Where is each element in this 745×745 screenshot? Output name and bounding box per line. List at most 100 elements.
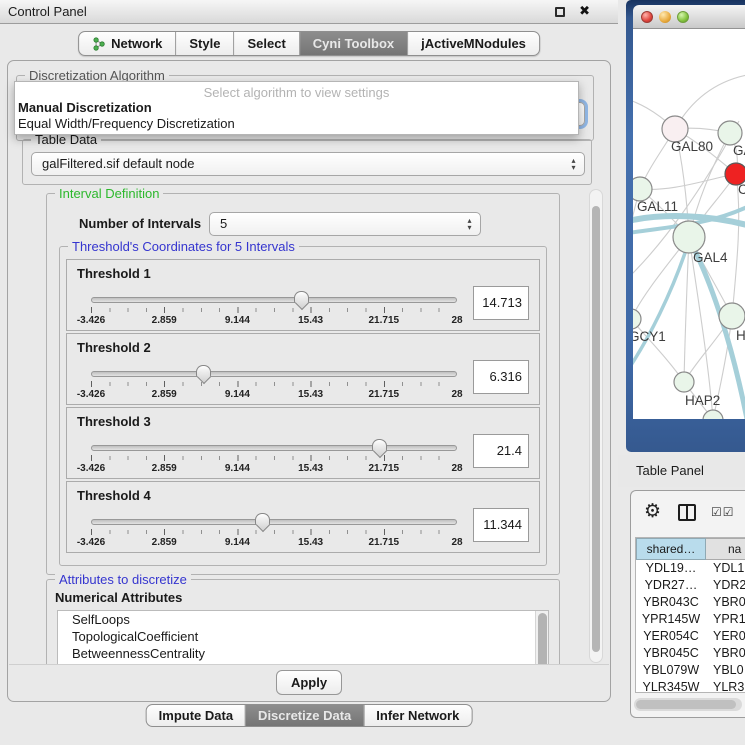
table-data-combobox[interactable]: galFiltered.sif default node ▴▾ xyxy=(31,152,585,176)
node-gal4[interactable] xyxy=(673,221,705,253)
slider-major-ticks xyxy=(91,381,457,387)
node-h[interactable] xyxy=(719,303,745,329)
tab-discretize-data-label: Discretize Data xyxy=(258,708,351,723)
node-label: H xyxy=(736,328,745,343)
panel-title: Control Panel xyxy=(8,4,87,19)
algorithm-dropdown-popup: Select algorithm to view settings Manual… xyxy=(14,81,579,135)
column-header-shared-name[interactable]: shared… xyxy=(636,538,706,560)
table-data-value: galFiltered.sif default node xyxy=(42,156,194,171)
tab-select[interactable]: Select xyxy=(234,32,299,55)
table-row[interactable]: YPR145WYPR1 xyxy=(636,611,745,628)
node-gal11[interactable] xyxy=(633,177,652,201)
tab-select-label: Select xyxy=(247,36,285,51)
threshold-3-row: Threshold 3 -3.426 2.859 9.144 15.43 xyxy=(66,407,540,479)
numerical-attributes-heading: Numerical Attributes xyxy=(55,590,182,605)
stepper-icon: ▴▾ xyxy=(462,215,477,233)
table-row[interactable]: YBR043CYBR0 xyxy=(636,594,745,611)
node-label: HAP2 xyxy=(685,393,720,408)
threshold-1-slider[interactable]: -3.426 2.859 9.144 15.43 21.715 28 xyxy=(91,292,457,330)
node-partial-bottom[interactable] xyxy=(703,410,723,419)
tab-network[interactable]: Network xyxy=(79,32,176,55)
threshold-4-row: Threshold 4 -3.426 2.859 9.144 15.43 xyxy=(66,481,540,553)
list-item[interactable]: BetweennessCentrality xyxy=(58,645,548,662)
option-manual-discretization[interactable]: Manual Discretization xyxy=(15,100,578,116)
threshold-3-value-field[interactable]: 21.4 xyxy=(473,434,529,468)
attributes-legend: Attributes to discretize xyxy=(55,572,191,587)
node-label: GAL11 xyxy=(637,199,678,214)
tab-discretize-data[interactable]: Discretize Data xyxy=(246,705,364,726)
interval-definition-legend: Interval Definition xyxy=(55,187,163,201)
close-icon[interactable]: ✖ xyxy=(579,3,590,19)
node-partial-topright[interactable] xyxy=(718,121,742,145)
slider-thumb[interactable] xyxy=(294,291,309,303)
settings-scrollbar[interactable] xyxy=(589,189,603,663)
table-horizontal-scrollbar[interactable] xyxy=(634,698,742,711)
checkbox-icons[interactable]: ☑☑ xyxy=(711,505,735,519)
list-item[interactable]: SelfLoops xyxy=(58,611,548,628)
interval-definition-group: Interval Definition Number of Intervals … xyxy=(46,193,560,575)
threshold-1-row: Threshold 1 -3.426 2.859 9.144 15.43 xyxy=(66,259,540,331)
option-equal-width-frequency[interactable]: Equal Width/Frequency Discretization xyxy=(15,116,578,132)
table-row[interactable]: YBL079WYBL0 xyxy=(636,662,745,679)
table-row[interactable]: YBR045CYBR0 xyxy=(636,645,745,662)
close-traffic-light-icon[interactable] xyxy=(641,11,653,23)
network-window-titlebar[interactable] xyxy=(633,5,745,29)
threshold-3-slider[interactable]: -3.426 2.859 9.144 15.43 21.715 28 xyxy=(91,440,457,478)
tab-style[interactable]: Style xyxy=(176,32,234,55)
node-gcy1[interactable] xyxy=(633,309,641,329)
tab-impute-data[interactable]: Impute Data xyxy=(147,705,246,726)
number-of-intervals-value: 5 xyxy=(220,216,227,231)
node-table: shared… na YDL19…YDL1 YDR27…YDR2 YBR043C… xyxy=(635,537,745,693)
algorithm-prompt-option[interactable]: Select algorithm to view settings xyxy=(15,82,578,100)
number-of-intervals-combobox[interactable]: 5 ▴▾ xyxy=(209,212,481,236)
tab-jactivemnodules[interactable]: jActiveMNodules xyxy=(408,32,539,55)
threshold-2-label: Threshold 2 xyxy=(77,340,151,355)
slider-track xyxy=(91,371,457,377)
node-label: C xyxy=(738,182,745,197)
tab-infer-network[interactable]: Infer Network xyxy=(364,705,471,726)
network-window: GAL80 GA C GAL11 GAL4 GCY1 H HAP2 xyxy=(633,5,745,420)
slider-thumb[interactable] xyxy=(255,513,270,525)
attributes-scrollbar[interactable] xyxy=(535,611,548,665)
thresholds-group: Threshold's Coordinates for 5 Intervals … xyxy=(59,246,547,566)
columns-icon[interactable] xyxy=(678,504,696,521)
slider-major-ticks xyxy=(91,307,457,313)
slider-major-ticks xyxy=(91,455,457,461)
table-row[interactable]: YDL19…YDL1 xyxy=(636,560,745,577)
table-row[interactable]: YLR345WYLR3 xyxy=(636,679,745,693)
slider-tick-labels: -3.426 2.859 9.144 15.43 21.715 28 xyxy=(91,537,457,549)
threshold-4-slider[interactable]: -3.426 2.859 9.144 15.43 21.715 28 xyxy=(91,514,457,552)
slider-track xyxy=(91,445,457,451)
tab-style-label: Style xyxy=(189,36,220,51)
slider-thumb[interactable] xyxy=(196,365,211,377)
table-row[interactable]: YER054CYER0 xyxy=(636,628,745,645)
threshold-1-value-field[interactable]: 14.713 xyxy=(473,286,529,320)
threshold-2-slider[interactable]: -3.426 2.859 9.144 15.43 21.715 28 xyxy=(91,366,457,404)
minimize-traffic-light-icon[interactable] xyxy=(659,11,671,23)
zoom-traffic-light-icon[interactable] xyxy=(677,11,689,23)
table-row[interactable]: YDR27…YDR2 xyxy=(636,577,745,594)
float-window-icon[interactable] xyxy=(555,7,565,17)
node-label: GA xyxy=(733,143,745,158)
network-canvas[interactable]: GAL80 GA C GAL11 GAL4 GCY1 H HAP2 xyxy=(633,29,745,419)
node-label: GAL80 xyxy=(671,139,713,154)
network-graph: GAL80 GA C GAL11 GAL4 GCY1 H HAP2 xyxy=(633,29,745,419)
cyni-toolbox-panel: Discretization Algorithm ▴▾ Select algor… xyxy=(7,60,611,702)
slider-thumb[interactable] xyxy=(372,439,387,451)
slider-tick-labels: -3.426 2.859 9.144 15.43 21.715 28 xyxy=(91,463,457,475)
threshold-1-label: Threshold 1 xyxy=(77,266,151,281)
node-hap2[interactable] xyxy=(674,372,694,392)
slider-track xyxy=(91,297,457,303)
tab-cyni-toolbox[interactable]: Cyni Toolbox xyxy=(300,32,408,55)
threshold-2-value-field[interactable]: 6.316 xyxy=(473,360,529,394)
column-header-name[interactable]: na xyxy=(706,538,745,560)
control-panel: Control Panel ✖ Network Style Select Cyn… xyxy=(0,0,618,745)
list-item[interactable]: TopologicalCoefficient xyxy=(58,628,548,645)
threshold-2-row: Threshold 2 -3.426 2.859 9.144 15.43 xyxy=(66,333,540,405)
top-tab-bar: Network Style Select Cyni Toolbox jActiv… xyxy=(78,31,540,56)
apply-button[interactable]: Apply xyxy=(276,670,342,695)
gear-icon[interactable]: ⚙ xyxy=(644,500,661,523)
threshold-4-value-field[interactable]: 11.344 xyxy=(473,508,529,542)
numerical-attributes-list: SelfLoops TopologicalCoefficient Between… xyxy=(57,610,549,665)
apply-row: Apply xyxy=(9,664,609,700)
